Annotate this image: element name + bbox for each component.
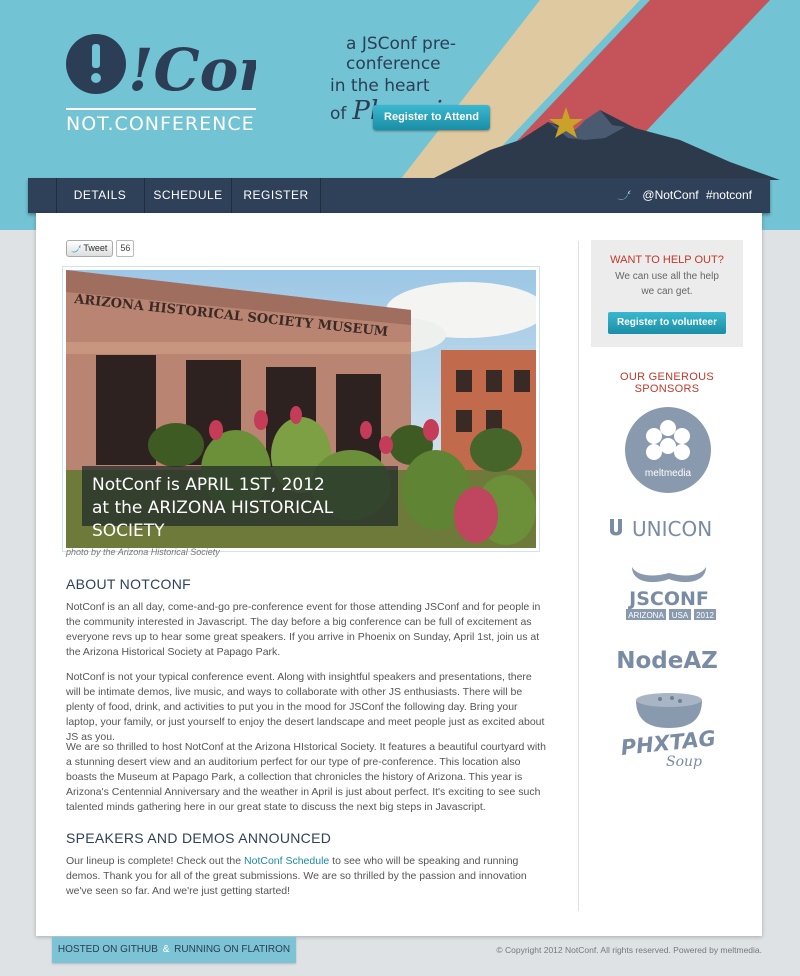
twitter-handle-link[interactable]: @NotConf — [642, 188, 698, 202]
sponsor-phxtag-logo[interactable]: PHXTAG Soup — [614, 690, 724, 770]
sponsor-meltmedia-logo[interactable]: meltmedia — [624, 406, 712, 494]
help-out-box: WANT TO HELP OUT? We can use all the hel… — [591, 240, 743, 347]
speakers-title: SPEAKERS AND DEMOS ANNOUNCED — [66, 830, 332, 846]
twitter-bird-icon — [71, 244, 81, 253]
register-to-attend-button[interactable]: Register to Attend — [373, 105, 490, 130]
unicon-wordmark: UNICON — [632, 517, 712, 541]
copyright-text: © Copyright 2012 NotConf. All rights res… — [496, 945, 762, 955]
sponsor-nodeaz-logo[interactable]: NodeAZ — [612, 643, 722, 677]
tweet-button[interactable]: Tweet — [66, 240, 114, 258]
nodeaz-wordmark: NodeAZ — [616, 648, 718, 674]
nav-item-schedule[interactable]: SCHEDULE — [145, 178, 232, 213]
about-title: ABOUT NOTCONF — [66, 576, 191, 592]
notconf-logo[interactable]: !Conf — [66, 26, 256, 108]
hero-photo-frame: ARIZONA HISTORICAL SOCIETY MUSEUM NotCon… — [62, 266, 540, 552]
sponsors-title: OUR GENEROUS SPONSORS — [619, 371, 715, 395]
nav-social: @NotConf #notconf — [617, 178, 752, 213]
speakers-paragraph: Our lineup is complete! Check out the No… — [66, 854, 546, 899]
schedule-link[interactable]: NotConf Schedule — [244, 855, 329, 867]
register-to-volunteer-button[interactable]: Register to volunteer — [608, 312, 726, 334]
twitter-bird-icon — [617, 190, 632, 201]
nav-item-register[interactable]: REGISTER — [232, 178, 321, 213]
tweet-button-label: Tweet — [83, 243, 108, 254]
hero-caption-line1: NotConf is APRIL 1ST, 2012 — [92, 475, 325, 495]
help-title: WANT TO HELP OUT? — [610, 254, 724, 266]
hero-photo: ARIZONA HISTORICAL SOCIETY MUSEUM NotCon… — [66, 270, 536, 548]
photo-credit: photo by the Arizona Historical Society — [66, 547, 220, 557]
tweet-widget: Tweet 56 — [66, 240, 135, 258]
speakers-text-before: Our lineup is complete! Check out the — [66, 855, 245, 867]
hero-caption-overlay: NotConf is APRIL 1ST, 2012 at the ARIZON… — [82, 466, 398, 541]
about-paragraph-2: NotConf is not your typical conference e… — [66, 671, 545, 743]
nav-item-details[interactable]: DETAILS — [56, 178, 145, 213]
sidebar-divider — [578, 241, 579, 911]
about-paragraph-1: NotConf is an all day, come-and-go pre-c… — [66, 601, 541, 658]
running-on-flatiron-link[interactable]: RUNNING ON FLATIRON — [174, 944, 290, 955]
tagline-line1: a JSConf pre-conference — [346, 34, 457, 74]
hero-caption-line2: at the ARIZONA HISTORICAL SOCIETY — [92, 498, 334, 541]
logo-wordmark: !Conf — [128, 36, 256, 104]
jsconf-sub-arizona: ARIZONA — [628, 611, 664, 620]
tweet-count: 56 — [116, 240, 135, 258]
jsconf-wordmark: JSCONF — [627, 588, 709, 610]
hashtag-link[interactable]: #notconf — [706, 188, 752, 202]
sponsor-unicon-logo[interactable]: UNICON — [606, 513, 731, 543]
nav-divider — [56, 178, 57, 213]
jsconf-sub-usa: USA — [672, 611, 689, 620]
hosted-on-github-link[interactable]: HOSTED ON GITHUB — [58, 944, 158, 955]
sponsor-jsconf-logo[interactable]: JSCONF ARIZONA USA 2012 — [614, 561, 724, 625]
footer-separator: & — [162, 944, 170, 955]
about-paragraph-3: We are so thrilled to host NotConf at th… — [66, 741, 546, 813]
main-content-card: Tweet 56 ARIZONA HISTORICAL SOCIETY MUSE… — [36, 213, 762, 936]
phxtag-soup-wordmark: Soup — [666, 754, 702, 770]
main-nav: DETAILS SCHEDULE REGISTER @NotConf #notc… — [28, 178, 770, 213]
hosting-badge: HOSTED ON GITHUB & RUNNING ON FLATIRON — [52, 937, 296, 963]
jsconf-sub-year: 2012 — [696, 611, 714, 620]
help-text: We can use all the help we can get. — [615, 271, 719, 297]
meltmedia-wordmark: meltmedia — [645, 468, 692, 479]
logo-subtitle: NOT.CONFERENCE — [66, 108, 256, 135]
